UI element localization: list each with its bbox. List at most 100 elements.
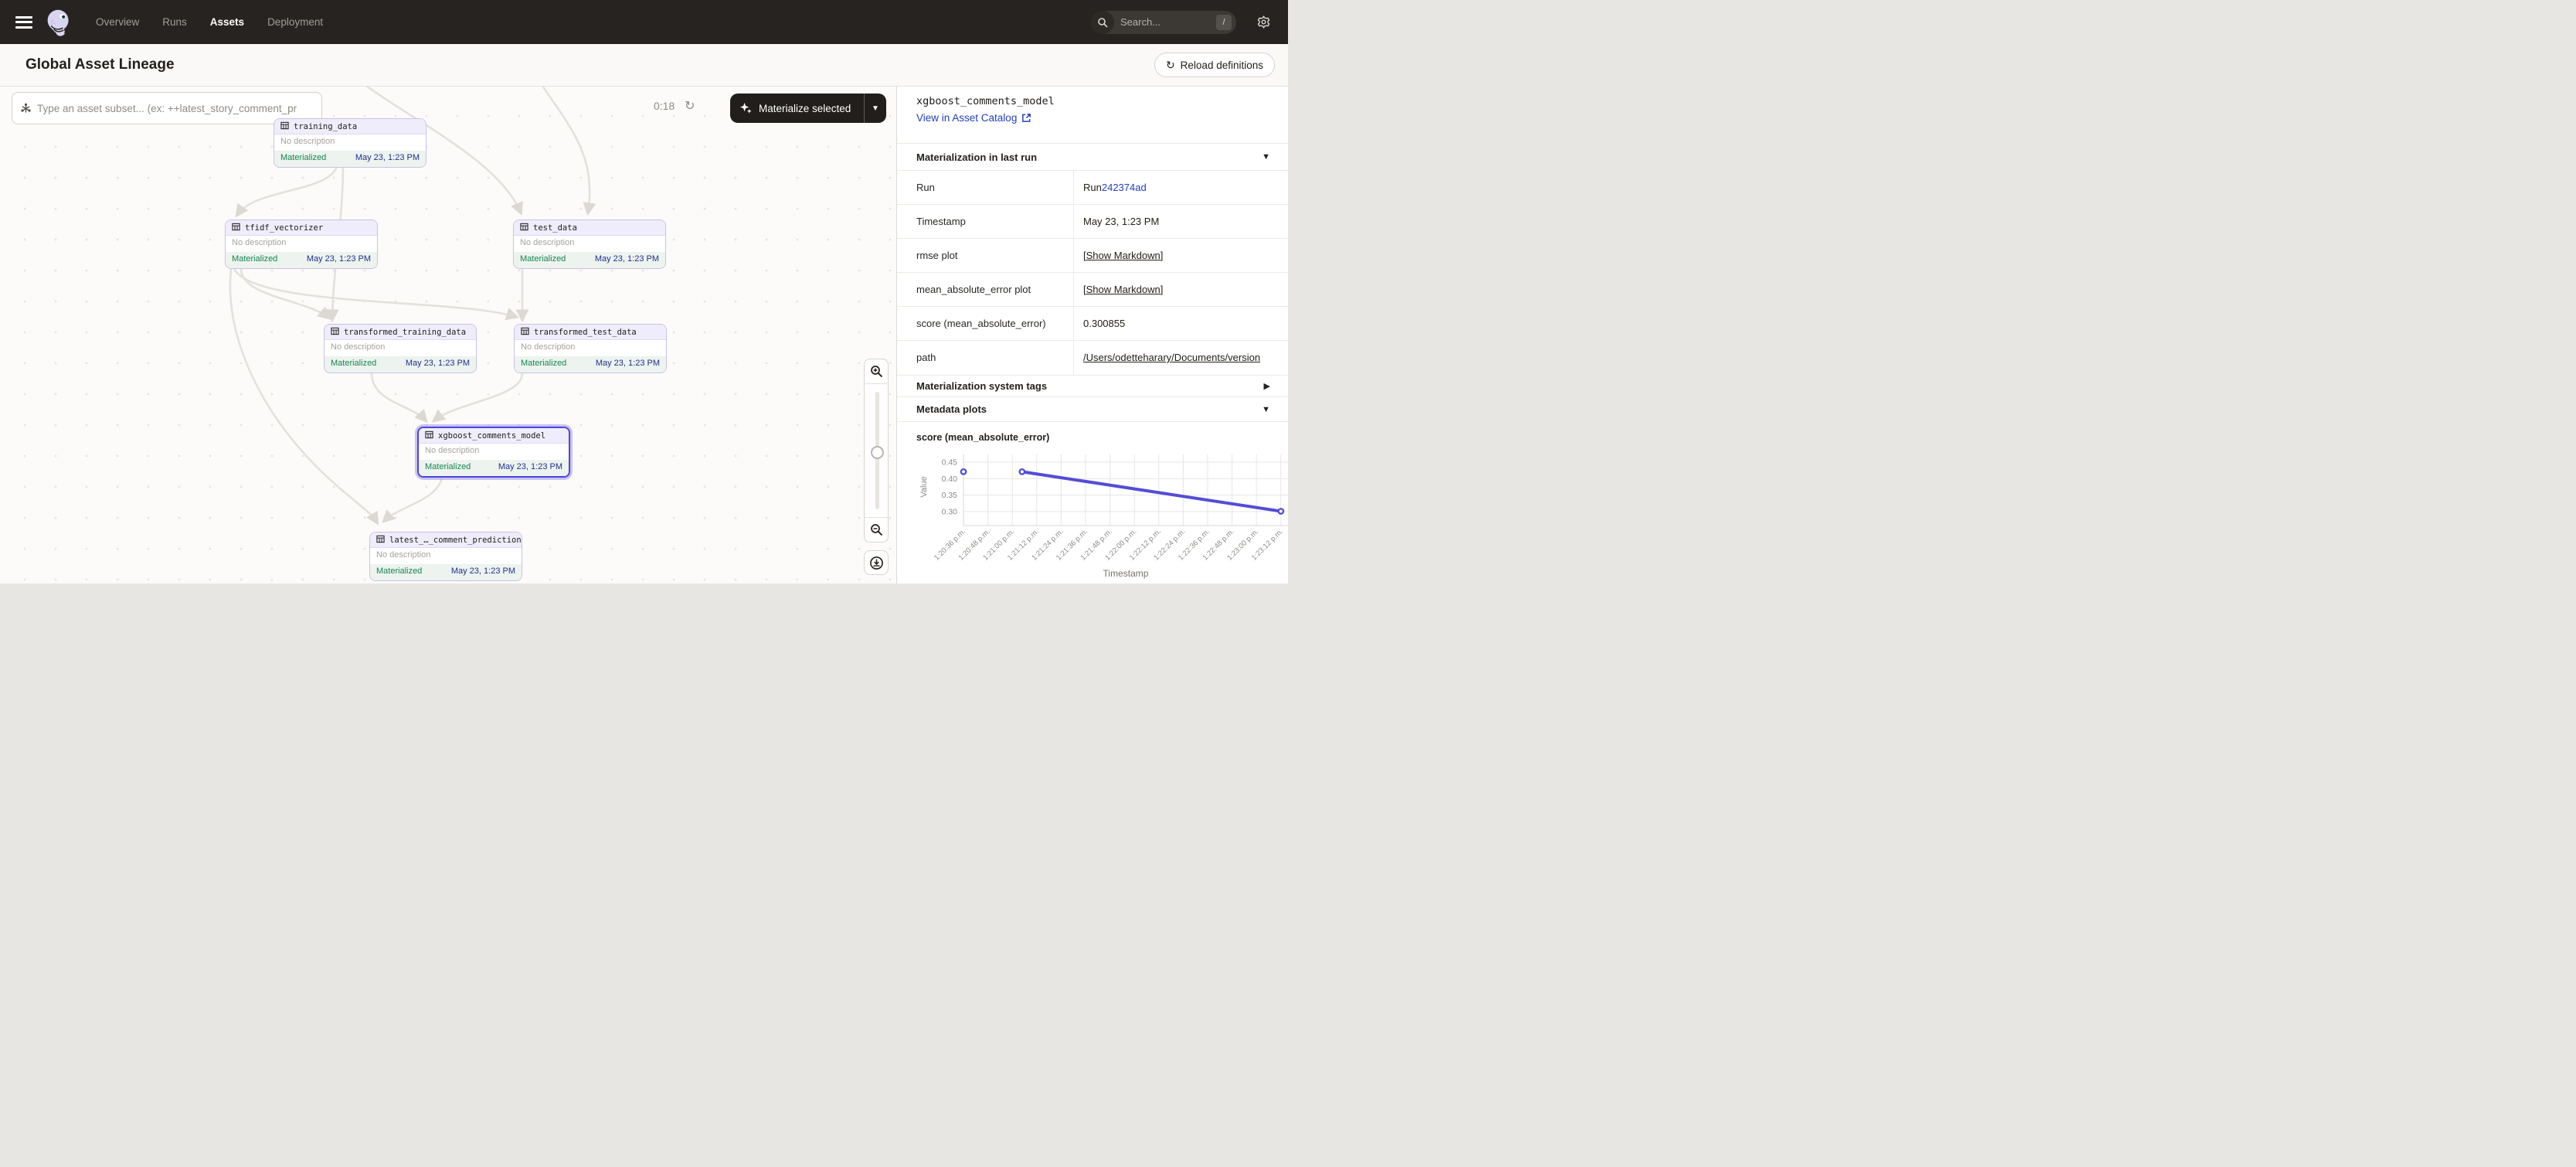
chevron-down-icon[interactable]: ▼ [1262, 152, 1270, 162]
external-link-icon [1021, 113, 1031, 123]
edge [237, 164, 338, 215]
edge [234, 269, 516, 317]
asset-status: Materialized [521, 359, 566, 370]
metadata-plot-title: score (mean_absolute_error) [916, 432, 1049, 443]
row-timestamp: Timestamp May 23, 1:23 PM [897, 204, 1288, 238]
table-icon [376, 535, 385, 546]
asset-status: Materialized [331, 359, 376, 370]
download-graph-button[interactable] [864, 550, 889, 575]
asset-node-name: training_data [294, 122, 357, 131]
search-shortcut-badge: / [1216, 15, 1232, 30]
edge [372, 373, 426, 420]
search-input[interactable]: Search... / [1091, 11, 1236, 34]
sparkle-icon [739, 102, 753, 115]
zoom-slider[interactable] [865, 384, 888, 517]
edge [541, 87, 590, 213]
top-nav: Overview Runs Assets Deployment Search..… [0, 0, 1288, 44]
asset-node-description: No description [226, 236, 377, 252]
search-icon [1091, 11, 1114, 34]
y-axis-title: Value [919, 476, 929, 497]
edge [230, 269, 377, 522]
row-label: Run [897, 182, 1073, 193]
asset-node-transformed-training-data[interactable]: transformed_training_data No description… [324, 324, 477, 373]
reload-definitions-button[interactable]: ↻ Reload definitions [1154, 53, 1275, 77]
section-materialization-last-run[interactable]: Materialization in last run ▼ [897, 143, 1288, 170]
path-link[interactable]: /Users/odetteharary/Documents/version [1083, 352, 1260, 363]
table-icon [232, 223, 240, 233]
asset-status: Materialized [376, 566, 422, 578]
page-header: Global Asset Lineage ↻ Reload definition… [0, 44, 1288, 87]
reload-definitions-label: Reload definitions [1181, 60, 1263, 71]
row-label: Timestamp [897, 216, 1073, 227]
asset-node-description: No description [514, 236, 665, 252]
section-materialization-system-tags[interactable]: Materialization system tags ▶ [897, 375, 1288, 396]
refresh-icon[interactable]: ↻ [685, 98, 695, 114]
view-in-asset-catalog-link[interactable]: View in Asset Catalog [916, 112, 1031, 124]
refresh-timer: 0:18 [654, 100, 675, 112]
zoom-slider-handle[interactable] [871, 446, 884, 459]
menu-icon[interactable] [15, 16, 32, 29]
y-tick-label: 0.40 [942, 475, 958, 484]
table-icon [425, 430, 433, 441]
asset-timestamp: May 23, 1:23 PM [595, 254, 659, 266]
data-point[interactable] [1279, 509, 1283, 513]
table-icon [331, 327, 339, 338]
asset-node-name: transformed_training_data [344, 328, 466, 337]
asset-node-transformed-test-data[interactable]: transformed_test_data No description Mat… [514, 324, 667, 373]
asset-node-training-data[interactable]: training_data No description Materialize… [274, 118, 427, 168]
materialize-selected-button[interactable]: Materialize selected ▼ [730, 94, 886, 123]
edge [434, 373, 522, 420]
asset-node-xgboost-comments-model[interactable]: xgboost_comments_model No description Ma… [417, 427, 570, 478]
run-value-prefix: Run [1083, 182, 1102, 193]
asset-status: Materialized [425, 462, 471, 474]
asset-filter-placeholder: Type an asset subset... (ex: ++latest_st… [37, 103, 297, 114]
section-title: Materialization in last run [916, 151, 1262, 163]
asset-status: Materialized [520, 254, 566, 266]
asset-node-test-data[interactable]: test_data No description Materialized May… [513, 219, 666, 269]
row-rmse-plot: rmse plot [Show Markdown] [897, 238, 1288, 272]
edge [384, 478, 442, 521]
section-metadata-plots[interactable]: Metadata plots ▼ [897, 396, 1288, 422]
asset-graph-icon [20, 103, 32, 114]
zoom-out-button[interactable] [864, 517, 889, 542]
materialize-selected-label: Materialize selected [759, 103, 864, 114]
row-mean-absolute-error-plot: mean_absolute_error plot [Show Markdown] [897, 272, 1288, 306]
asset-node-description: No description [325, 340, 476, 356]
y-tick-label: 0.35 [942, 491, 958, 500]
chevron-down-icon[interactable]: ▼ [1262, 405, 1270, 414]
table-icon [280, 121, 289, 132]
nav-item-runs[interactable]: Runs [162, 16, 187, 28]
panel-asset-title: xgboost_comments_model [916, 95, 1055, 107]
chevron-right-icon[interactable]: ▶ [1264, 381, 1270, 391]
run-id-link[interactable]: 242374ad [1102, 182, 1147, 193]
materialize-caret-icon[interactable]: ▼ [865, 104, 886, 113]
asset-status: Materialized [232, 254, 277, 266]
asset-node-latest-comment-predictions[interactable]: latest_…_comment_predictions No descript… [369, 532, 522, 581]
asset-node-tfidf-vectorizer[interactable]: tfidf_vectorizer No description Material… [225, 219, 378, 269]
asset-node-description: No description [419, 444, 569, 460]
row-label: path [897, 352, 1073, 363]
nav-item-assets[interactable]: Assets [210, 16, 244, 28]
data-point[interactable] [1020, 469, 1025, 474]
row-label: mean_absolute_error plot [897, 284, 1073, 295]
asset-lineage-canvas[interactable]: Type an asset subset... (ex: ++latest_st… [0, 87, 896, 584]
asset-node-name: latest_…_comment_predictions [389, 536, 522, 545]
data-point[interactable] [961, 469, 966, 474]
zoom-in-button[interactable] [864, 359, 889, 384]
table-icon [520, 223, 528, 233]
edge [241, 269, 328, 318]
nav-links: Overview Runs Assets Deployment [96, 16, 323, 28]
asset-timestamp: May 23, 1:23 PM [498, 462, 562, 474]
row-run: Run Run 242374ad [897, 170, 1288, 204]
nav-item-deployment[interactable]: Deployment [267, 16, 323, 28]
show-markdown-link[interactable]: [Show Markdown] [1083, 284, 1163, 295]
show-markdown-link[interactable]: [Show Markdown] [1083, 250, 1163, 261]
nav-item-overview[interactable]: Overview [96, 16, 139, 28]
settings-gear-icon[interactable] [1256, 15, 1271, 29]
row-label: score (mean_absolute_error) [897, 318, 1073, 329]
row-path: path /Users/odetteharary/Documents/versi… [897, 340, 1288, 374]
dagster-logo-icon[interactable] [45, 8, 73, 37]
zoom-controls [864, 359, 889, 543]
asset-node-name: test_data [533, 223, 577, 233]
row-score: score (mean_absolute_error) 0.300855 [897, 306, 1288, 340]
